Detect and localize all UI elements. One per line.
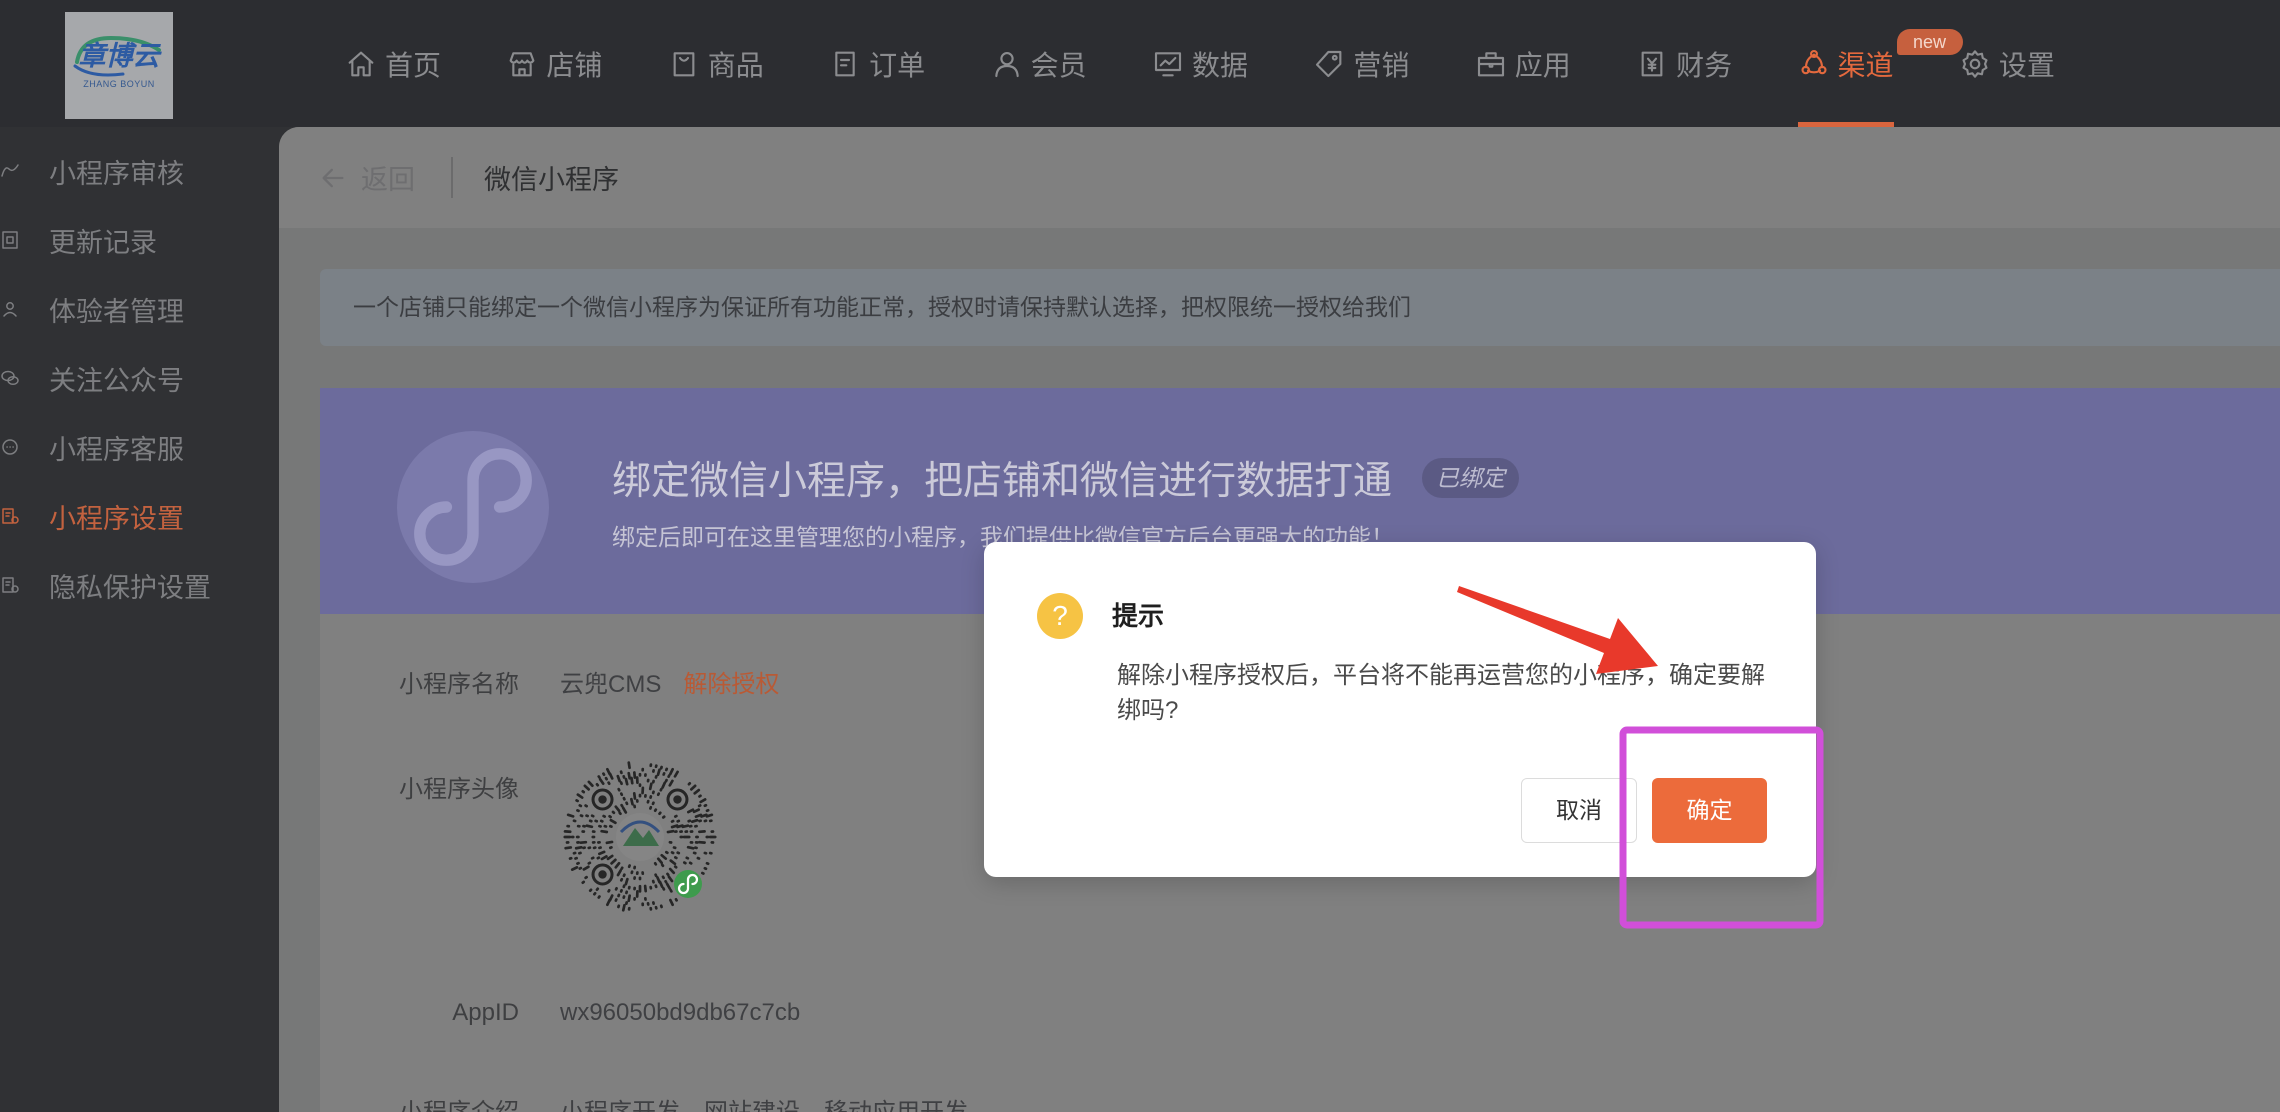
dialog-title: 提示	[1112, 601, 1165, 631]
question-icon: ?	[1037, 593, 1083, 639]
cancel-button[interactable]: 取消	[1521, 778, 1637, 843]
confirm-button[interactable]: 确定	[1652, 778, 1767, 843]
confirm-dialog: ? 提示 解除小程序授权后，平台将不能再运营您的小程序，确定要解绑吗? 取消 确…	[984, 542, 1816, 877]
dialog-message: 解除小程序授权后，平台将不能再运营您的小程序，确定要解绑吗?	[1117, 662, 1765, 724]
